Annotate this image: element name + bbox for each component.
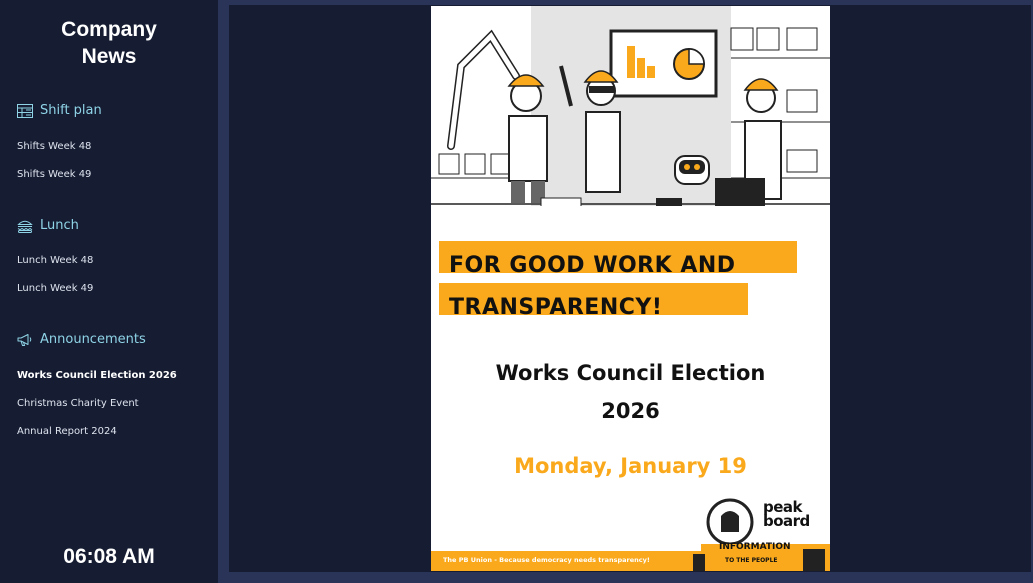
brand-line2: board (763, 512, 810, 530)
section-label: Announcements (40, 332, 146, 347)
section-label: Lunch (40, 218, 79, 233)
section-shift-plan[interactable]: Shift plan (17, 103, 102, 118)
nav-item-works-council-election[interactable]: Works Council Election 2026 (17, 370, 177, 381)
brand-logo-text: peak board (763, 500, 810, 530)
burger-icon (17, 220, 33, 233)
info-label: INFORMATION (719, 542, 791, 552)
nav-item-shifts-week-48[interactable]: Shifts Week 48 (17, 141, 91, 152)
app-title-line1: Company (61, 18, 157, 41)
event-date: Monday, January 19 (514, 454, 747, 478)
poster-footer-text: The PB Union - Because democracy needs t… (443, 556, 650, 564)
sidebar: Company News Shift plan Shifts Week 48 S… (0, 0, 218, 583)
poster-illustration (431, 6, 830, 206)
megaphone-icon (17, 333, 32, 346)
app-title: Company News (0, 16, 218, 70)
announcement-poster: FOR GOOD WORK AND TRANSPARENCY! Works Co… (431, 6, 830, 571)
nav-item-shifts-week-49[interactable]: Shifts Week 49 (17, 169, 91, 180)
nav-item-lunch-week-48[interactable]: Lunch Week 48 (17, 255, 93, 266)
section-lunch[interactable]: Lunch (17, 218, 79, 233)
event-title-line2: 2026 (601, 399, 660, 423)
event-title-line1: Works Council Election (495, 361, 766, 385)
headline-line1: FOR GOOD WORK AND (449, 253, 736, 278)
headline-line2: TRANSPARENCY! (449, 295, 663, 320)
calendar-grid-icon (17, 103, 33, 118)
section-label: Shift plan (40, 103, 102, 118)
clock: 06:08 AM (63, 545, 155, 568)
nav-item-christmas-charity[interactable]: Christmas Charity Event (17, 398, 139, 409)
nav-item-lunch-week-49[interactable]: Lunch Week 49 (17, 283, 93, 294)
app-title-line2: News (81, 45, 137, 68)
info-sub-label: TO THE PEOPLE (725, 557, 778, 564)
section-announcements[interactable]: Announcements (17, 332, 146, 347)
nav-item-annual-report[interactable]: Annual Report 2024 (17, 426, 117, 437)
